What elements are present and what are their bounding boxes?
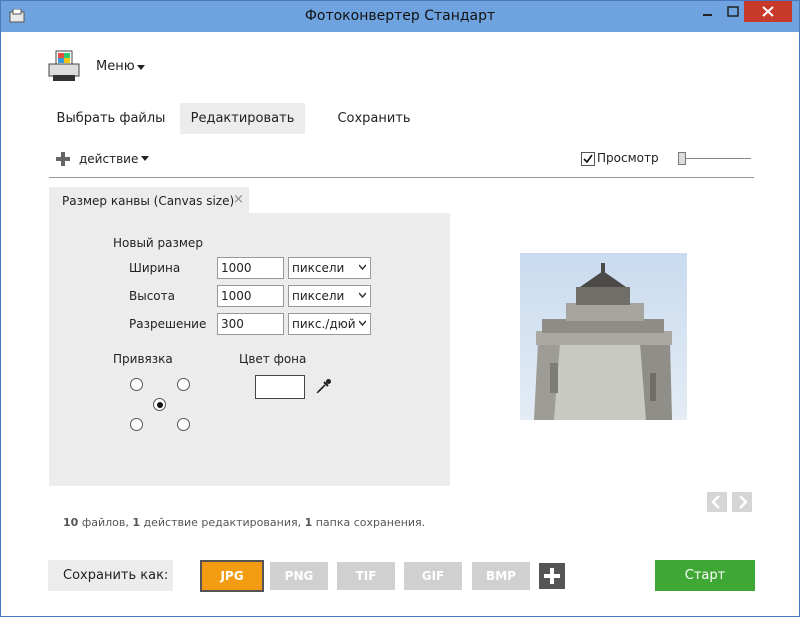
add-action-button[interactable]: действие (79, 152, 138, 166)
format-jpg-button[interactable]: JPG (200, 560, 264, 592)
anchor-top-right-radio[interactable] (177, 378, 190, 391)
folders-text: папка сохранения. (315, 516, 426, 529)
add-format-button[interactable] (539, 563, 565, 589)
zoom-slider-track[interactable] (681, 158, 751, 159)
add-icon[interactable] (56, 152, 70, 166)
resolution-input[interactable]: 300 (217, 313, 284, 335)
height-unit-select[interactable]: пиксели (288, 285, 371, 307)
chevron-down-icon[interactable] (141, 156, 149, 161)
width-label: Ширина (129, 261, 181, 275)
app-window: Фотоконвертер Стандарт Меню Выбрать файл… (0, 0, 800, 617)
files-count: 10 (63, 516, 79, 529)
resolution-unit-value: пикс./дюй (292, 317, 356, 331)
start-button[interactable]: Старт (655, 560, 755, 591)
close-icon[interactable]: × (233, 192, 244, 207)
chevron-down-icon (137, 65, 145, 70)
app-logo-icon (48, 50, 80, 81)
format-bmp-button[interactable]: BMP (472, 562, 530, 590)
zoom-slider-thumb[interactable] (678, 152, 686, 165)
summary-line: 10 файлов, 1 действие редактирования, 1 … (63, 516, 425, 529)
window-title: Фотоконвертер Стандарт (304, 8, 496, 24)
bg-color-label: Цвет фона (239, 352, 307, 366)
main-menu[interactable]: Меню (47, 49, 167, 83)
preview-label: Просмотр (597, 151, 659, 165)
eyedropper-icon[interactable] (315, 377, 333, 395)
anchor-bottom-right-radio[interactable] (177, 418, 190, 431)
anchor-top-left-radio[interactable] (130, 378, 143, 391)
actions-text: действие редактирования, (143, 516, 302, 529)
format-tif-button[interactable]: TIF (337, 562, 395, 590)
chevron-down-icon (359, 292, 366, 299)
files-text: файлов, (81, 516, 129, 529)
width-unit-select[interactable]: пиксели (288, 257, 371, 279)
anchor-center-radio[interactable] (153, 398, 166, 411)
panel-tab-title: Размер канвы (Canvas size) (62, 194, 235, 208)
close-icon (762, 6, 774, 17)
minimize-button[interactable] (694, 1, 720, 22)
resolution-unit-select[interactable]: пикс./дюй (288, 313, 371, 335)
tab-edit[interactable]: Редактировать (180, 103, 305, 134)
format-png-button[interactable]: PNG (270, 562, 328, 590)
height-input[interactable]: 1000 (217, 285, 284, 307)
save-as-label: Сохранить как: (63, 568, 169, 583)
close-button[interactable] (744, 1, 792, 22)
preview-checkbox[interactable] (581, 152, 595, 166)
height-unit-value: пиксели (292, 289, 345, 303)
preview-image (520, 253, 687, 420)
next-image-button[interactable] (732, 492, 752, 512)
panel-tab-canvas-size[interactable]: Размер канвы (Canvas size) × (49, 187, 249, 214)
anchor-label: Привязка (113, 352, 173, 366)
width-input[interactable]: 1000 (217, 257, 284, 279)
menu-label: Меню (96, 59, 135, 74)
bg-color-swatch[interactable] (255, 375, 305, 399)
anchor-bottom-left-radio[interactable] (130, 418, 143, 431)
chevron-left-icon (711, 495, 720, 509)
save-as-label-box: Сохранить как: (48, 560, 173, 591)
title-bar: Фотоконвертер Стандарт (1, 1, 799, 32)
action-toolbar: действие Просмотр (49, 147, 754, 178)
canvas-size-panel: Новый размер Ширина 1000 пиксели Высота … (49, 213, 450, 486)
resolution-label: Разрешение (129, 317, 207, 331)
format-gif-button[interactable]: GIF (404, 562, 462, 590)
new-size-heading: Новый размер (113, 236, 203, 250)
checkmark-icon (583, 154, 593, 164)
chevron-down-icon (359, 320, 366, 327)
maximize-icon (727, 6, 739, 17)
minimize-icon (703, 14, 712, 16)
tab-select-files[interactable]: Выбрать файлы (49, 103, 173, 134)
folders-count: 1 (304, 516, 313, 529)
height-label: Высота (129, 289, 175, 303)
tab-save[interactable]: Сохранить (312, 103, 436, 134)
width-unit-value: пиксели (292, 261, 345, 275)
maximize-button[interactable] (720, 1, 746, 22)
chevron-right-icon (739, 495, 748, 509)
chevron-down-icon (359, 264, 366, 271)
actions-count: 1 (132, 516, 141, 529)
previous-image-button[interactable] (707, 492, 727, 512)
